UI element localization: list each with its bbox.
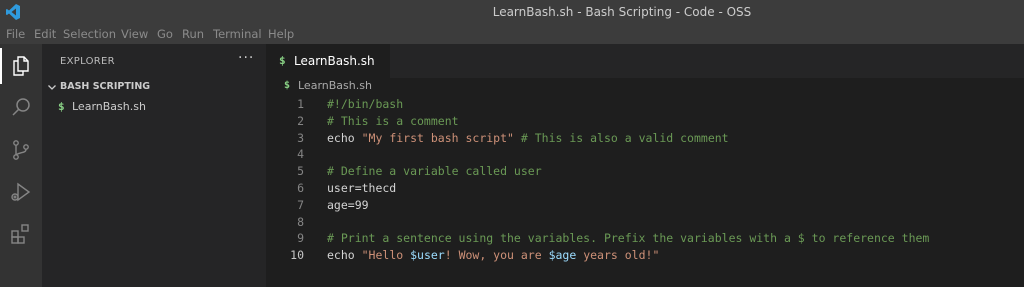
code-line[interactable]: 3 echo "My first bash script" # This is a… (266, 130, 1024, 147)
breadcrumb-item[interactable]: LearnBash.sh (298, 78, 372, 94)
sidebar-title: EXPLORER (60, 56, 115, 67)
code-text: # Define a variable called user (327, 164, 542, 179)
menu-view[interactable]: View (121, 24, 148, 44)
search-icon (12, 98, 30, 116)
line-number: 4 (297, 147, 304, 162)
line-number: 7 (297, 197, 304, 212)
menu-go[interactable]: Go (157, 24, 173, 44)
bash-file-icon: $ (279, 54, 286, 67)
activity-extensions-button[interactable] (0, 216, 42, 252)
editor-tab-bar: $ LearnBash.sh (266, 44, 1024, 78)
line-number: 8 (297, 214, 304, 229)
code-line[interactable]: 4 (266, 146, 1024, 163)
tab-label: LearnBash.sh (294, 54, 375, 68)
activity-bar (0, 44, 42, 287)
menu-bar: File Edit Selection View Go Run Terminal… (0, 24, 1024, 44)
code-text: echo "Hello $user! Wow, you are $age yea… (327, 248, 660, 263)
code-line[interactable]: 5 # Define a variable called user (266, 163, 1024, 180)
line-number: 5 (297, 164, 304, 179)
menu-edit[interactable]: Edit (34, 24, 56, 44)
code-line[interactable]: 6 user=thecd (266, 180, 1024, 197)
folder-section-header[interactable]: BASH SCRIPTING (42, 78, 266, 96)
bash-file-icon: $ (284, 80, 291, 91)
code-text: user=thecd (327, 181, 397, 195)
explorer-icon (13, 56, 29, 76)
activity-source-control-button[interactable] (0, 132, 42, 168)
line-number: 3 (297, 130, 304, 145)
title-bar: LearnBash.sh - Bash Scripting - Code - O… (0, 0, 1024, 24)
more-actions-button[interactable]: ··· (238, 50, 254, 66)
chevron-down-icon (48, 85, 56, 90)
code-line[interactable]: 1 #!/bin/bash (266, 96, 1024, 113)
file-tree-item[interactable]: $ LearnBash.sh (42, 97, 266, 117)
activity-explorer-button[interactable] (0, 48, 42, 84)
bash-file-icon: $ (58, 100, 65, 113)
code-line[interactable]: 2 # This is a comment (266, 113, 1024, 130)
code-line[interactable]: 9 # Print a sentence using the variables.… (266, 230, 1024, 247)
code-text: #!/bin/bash (327, 97, 404, 111)
breadcrumb: $ LearnBash.sh (266, 78, 1024, 94)
window-title: LearnBash.sh - Bash Scripting - Code - O… (492, 5, 752, 19)
file-tree-item-label: LearnBash.sh (72, 100, 146, 113)
extensions-icon (11, 224, 29, 244)
code-line[interactable]: 7 age=99 (266, 197, 1024, 214)
menu-file[interactable]: File (6, 24, 25, 44)
line-number: 6 (297, 181, 304, 195)
code-line[interactable]: 10 echo "Hello $user! Wow, you are $age y… (266, 247, 1024, 264)
activity-search-button[interactable] (0, 90, 42, 126)
line-number: 2 (297, 113, 304, 128)
line-number: 1 (297, 97, 304, 111)
menu-terminal[interactable]: Terminal (213, 24, 262, 44)
source-control-icon (13, 140, 29, 160)
code-text: echo "My first bash script" # This is al… (327, 130, 729, 145)
run-debug-icon (11, 182, 31, 202)
folder-name: BASH SCRIPTING (60, 81, 151, 92)
tab-learnbash[interactable]: $ LearnBash.sh (266, 44, 390, 78)
code-text: age=99 (327, 197, 369, 212)
active-indicator (0, 48, 2, 84)
code-text: # This is a comment (327, 113, 459, 128)
line-number: 10 (290, 248, 304, 263)
activity-run-debug-button[interactable] (0, 174, 42, 210)
code-line[interactable]: 8 (266, 214, 1024, 231)
menu-help[interactable]: Help (268, 24, 294, 44)
menu-selection[interactable]: Selection (63, 24, 116, 44)
code-text: # Print a sentence using the variables. … (327, 231, 930, 246)
line-number: 9 (297, 231, 304, 246)
menu-run[interactable]: Run (182, 24, 204, 44)
explorer-sidebar: EXPLORER ··· BASH SCRIPTING $ LearnBash.… (42, 44, 266, 287)
code-editor[interactable]: 1 #!/bin/bash 2 # This is a comment 3 echo "M… (266, 94, 1024, 287)
